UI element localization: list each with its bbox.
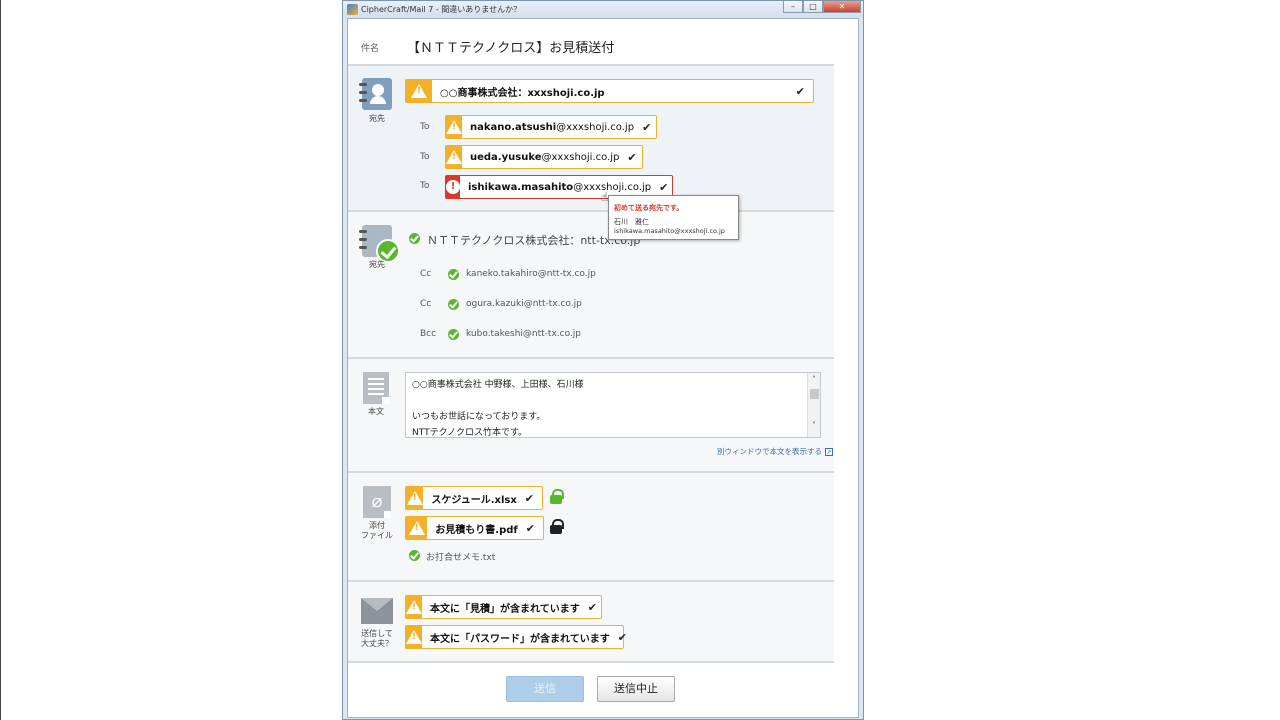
internal-address: kaneko.takahiro@ntt-tx.co.jp — [466, 269, 596, 279]
hand-cursor-icon: ☝ — [601, 190, 609, 204]
body-line: ○○商事株式会社 中野様、上田様、石川様 — [412, 380, 584, 390]
checkmark-icon: ✔ — [587, 600, 597, 614]
tooltip-title: 初めて送る宛先です。 — [614, 204, 684, 212]
warning-icon — [446, 146, 462, 168]
subject-value: 【ＮＴＴテクノクロス】お見積送付 — [407, 41, 615, 56]
attachment-name: スケジュール.xlsx — [431, 494, 517, 506]
recipient-address: ishikawa.masahito@xxxshoji.co.jp — [468, 181, 652, 193]
checkmark-icon: ✔ — [617, 630, 627, 644]
lock-icon — [550, 519, 564, 534]
domain-warning-chip[interactable]: ○○商事株式会社：xxxshoji.co.jp ✔ — [405, 79, 814, 103]
recipient-type-label: Cc — [420, 299, 432, 309]
keyword-warning-text: 本文に「見積」が含まれています — [430, 603, 580, 615]
tooltip-person: 石川 雅仁 — [614, 218, 649, 226]
confirm-side-label: 送信して 大丈夫？ — [361, 629, 393, 648]
warning-icon — [446, 116, 462, 138]
first-time-recipient-tooltip: 初めて送る宛先です。 石川 雅仁 ishikawa.masahito@xxxsh… — [608, 195, 739, 240]
warning-icon — [406, 626, 422, 648]
address-book-ok-icon — [359, 225, 400, 263]
confirmation-section — [348, 582, 834, 661]
ok-check-icon — [409, 550, 420, 561]
warning-icon — [406, 80, 432, 102]
window-controls: – □ ✕ — [783, 1, 861, 14]
recipient-address: nakano.atsushi@xxxshoji.co.jp — [470, 121, 635, 133]
title-bar[interactable]: CipherCraft/Mail 7 - 間違いありませんか？ – □ ✕ — [343, 1, 863, 18]
ok-check-icon — [448, 269, 459, 280]
warning-icon — [406, 596, 422, 618]
recipient-type-label: Cc — [420, 269, 432, 279]
body-line: NTTテクノクロス竹本です。 — [412, 428, 528, 438]
address-book-icon — [359, 78, 392, 110]
lock-icon-encrypted — [550, 489, 564, 504]
checkmark-icon: ✔ — [659, 180, 669, 194]
window-title: CipherCraft/Mail 7 - 間違いありませんか？ — [361, 5, 522, 14]
checkmark-icon: ✔ — [524, 491, 534, 505]
minimize-button[interactable]: – — [783, 1, 803, 13]
body-preview[interactable]: ○○商事株式会社 中野様、上田様、石川様 いつもお世話になっております。 NTT… — [405, 372, 821, 438]
recipients-side-label: 宛先 — [369, 260, 385, 269]
maximize-button[interactable]: □ — [803, 1, 823, 13]
warning-icon — [406, 487, 424, 509]
keyword-warning-chip-estimate[interactable]: 本文に「見積」が含まれています ✔ — [405, 595, 602, 619]
open-body-window-link[interactable]: 別ウィンドウで本文を表示する ↗ — [717, 446, 833, 457]
scroll-up-icon[interactable]: ˄ — [808, 373, 820, 387]
screen-edge — [0, 0, 1, 720]
domain-name: ○○商事株式会社：xxxshoji.co.jp — [440, 87, 605, 99]
ok-check-icon — [448, 329, 459, 340]
internal-address: ogura.kazuki@ntt-tx.co.jp — [466, 299, 582, 309]
internal-address: kubo.takeshi@ntt-tx.co.jp — [466, 329, 582, 339]
recipient-type-label: To — [420, 181, 430, 191]
ok-attachment-name: お打合せメモ.txt — [426, 553, 496, 563]
scroll-thumb[interactable] — [809, 389, 819, 399]
envelope-icon — [361, 598, 393, 624]
recipient-address: ueda.yusuke@xxxshoji.co.jp — [470, 151, 620, 163]
external-window-icon: ↗ — [825, 448, 833, 456]
checkmark-icon: ✔ — [627, 150, 637, 164]
paperclip-icon: ⌀ — [363, 486, 391, 518]
checkmark-icon: ✔ — [642, 120, 652, 134]
checkmark-icon: ✔ — [795, 84, 805, 98]
keyword-warning-text: 本文に「パスワード」が含まれています — [430, 633, 610, 645]
body-scrollbar[interactable]: ˄ ˅ — [807, 373, 820, 437]
subject-label: 件名 — [361, 44, 380, 54]
recipient-chip-nakano[interactable]: nakano.atsushi@xxxshoji.co.jp ✔ — [445, 115, 657, 139]
recipients-side-label: 宛先 — [369, 114, 385, 123]
document-icon — [363, 372, 389, 404]
attachment-name: お見積もり書.pdf — [435, 524, 518, 536]
recipient-type-label: Bcc — [420, 329, 437, 339]
attachment-chip-schedule[interactable]: スケジュール.xlsx ✔ — [405, 486, 543, 510]
warning-icon — [406, 517, 428, 539]
divider — [348, 661, 834, 663]
recipient-chip-ueda[interactable]: ueda.yusuke@xxxshoji.co.jp ✔ — [445, 145, 643, 169]
cancel-send-button[interactable]: 送信中止 — [597, 676, 675, 702]
body-line — [406, 393, 820, 409]
ok-check-icon — [448, 299, 459, 310]
recipient-type-label: To — [420, 122, 430, 132]
attachments-side-label: 添付 ファイル — [361, 521, 393, 540]
checkmark-icon: ✔ — [525, 521, 535, 535]
attachment-chip-estimate[interactable]: お見積もり書.pdf ✔ — [405, 516, 544, 540]
body-side-label: 本文 — [368, 407, 384, 416]
tooltip-email: ishikawa.masahito@xxxshoji.co.jp — [614, 227, 725, 235]
recipient-type-label: To — [420, 152, 430, 162]
ok-check-icon — [409, 233, 420, 244]
keyword-warning-chip-password[interactable]: 本文に「パスワード」が含まれています ✔ — [405, 625, 627, 649]
send-button[interactable]: 送信 — [506, 676, 584, 702]
scroll-down-icon[interactable]: ˅ — [808, 419, 820, 433]
body-line: いつもお世話になっております。 — [412, 412, 546, 422]
app-icon — [347, 4, 358, 15]
close-button[interactable]: ✕ — [823, 1, 861, 13]
error-icon: ! — [446, 176, 460, 198]
